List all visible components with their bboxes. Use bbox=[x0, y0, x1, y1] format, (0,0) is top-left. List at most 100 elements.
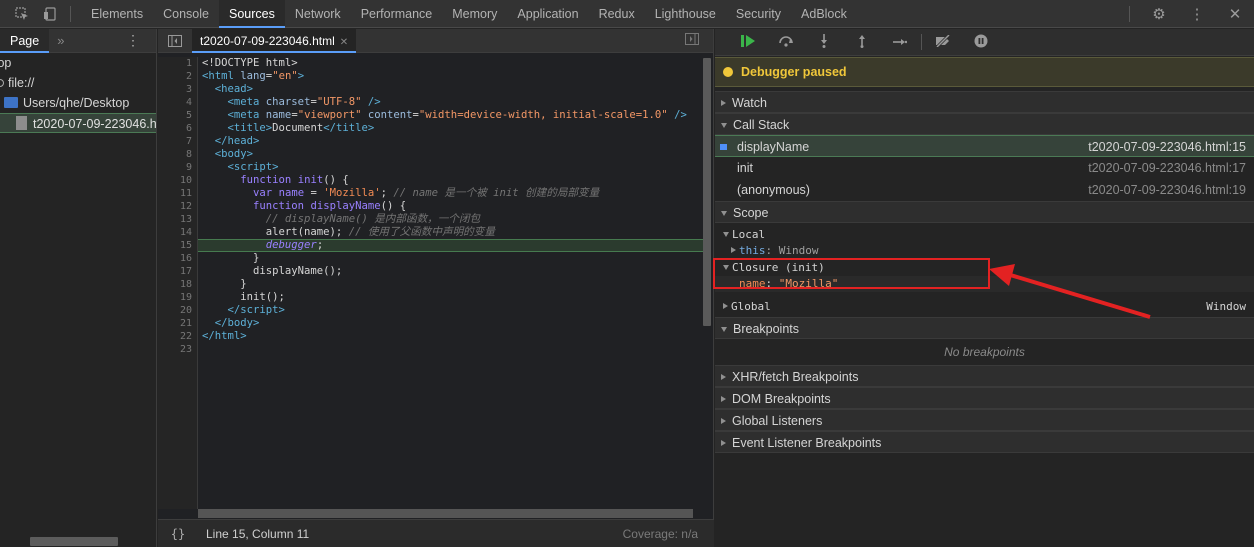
code-line: } bbox=[202, 278, 247, 290]
call-stack-pane-header[interactable]: Call Stack bbox=[715, 113, 1254, 135]
line-number[interactable]: 21 bbox=[158, 317, 197, 330]
step-into-icon[interactable] bbox=[805, 33, 843, 51]
local-label: Local bbox=[732, 228, 766, 241]
code-area[interactable]: 1 2 3 4 5 6 7 8 9 10 11 12 13 14 15 16 17 18 19 20 21 22 23 <!… bbox=[158, 57, 703, 509]
annotation-arrow-icon bbox=[989, 264, 1151, 319]
frame-location[interactable]: t2020-07-09-223046.html:15 bbox=[1088, 136, 1246, 156]
tab-lighthouse[interactable]: Lighthouse bbox=[645, 0, 726, 28]
tab-performance[interactable]: Performance bbox=[351, 0, 443, 28]
expanded-triangle-icon bbox=[723, 232, 729, 237]
tab-network[interactable]: Network bbox=[285, 0, 351, 28]
tree-item-folder[interactable]: Users/qhe/Desktop bbox=[0, 93, 156, 113]
toggle-debugger-icon[interactable] bbox=[685, 33, 699, 48]
more-options-icon[interactable]: ⋮ bbox=[1178, 0, 1216, 28]
folder-label: Users/qhe/Desktop bbox=[23, 96, 130, 110]
annotation-highlight-box bbox=[713, 258, 990, 289]
line-number[interactable]: 7 bbox=[158, 135, 197, 148]
line-number[interactable]: 6 bbox=[158, 122, 197, 135]
step-over-icon[interactable] bbox=[767, 35, 805, 50]
vertical-scrollbar[interactable] bbox=[703, 58, 711, 326]
navigator-menu-icon[interactable]: ⋮ bbox=[126, 32, 140, 49]
dom-breakpoints-pane-header[interactable]: DOM Breakpoints bbox=[715, 387, 1254, 409]
tab-application[interactable]: Application bbox=[507, 0, 588, 28]
watch-label: Watch bbox=[732, 96, 767, 110]
pretty-print-button[interactable]: {} bbox=[158, 527, 198, 541]
navigator-header: Page » ⋮ bbox=[0, 28, 156, 53]
deactivate-breakpoints-icon[interactable] bbox=[924, 33, 962, 50]
device-toolbar-icon[interactable] bbox=[40, 4, 60, 24]
inspect-element-icon[interactable] bbox=[12, 4, 32, 24]
frame-location[interactable]: t2020-07-09-223046.html:19 bbox=[1088, 179, 1246, 201]
xhr-breakpoints-pane-header[interactable]: XHR/fetch Breakpoints bbox=[715, 365, 1254, 387]
line-number[interactable]: 9 bbox=[158, 161, 197, 174]
pause-on-exceptions-icon[interactable] bbox=[962, 34, 1000, 51]
step-icon[interactable] bbox=[881, 35, 919, 50]
line-number[interactable]: 22 bbox=[158, 330, 197, 343]
code-line: init(); bbox=[202, 291, 285, 303]
frame-location[interactable]: t2020-07-09-223046.html:17 bbox=[1088, 157, 1246, 179]
more-tabs-icon[interactable]: » bbox=[57, 33, 64, 48]
tab-elements[interactable]: Elements bbox=[81, 0, 153, 28]
scope-local[interactable]: Local bbox=[715, 227, 1254, 243]
tab-sources[interactable]: Sources bbox=[218, 0, 285, 28]
tree-item-top[interactable]: top bbox=[0, 53, 156, 73]
tab-adblock[interactable]: AdBlock bbox=[791, 0, 857, 28]
tree-item-origin[interactable]: file:// bbox=[0, 73, 156, 93]
line-number[interactable]: 8 bbox=[158, 148, 197, 161]
toggle-navigator-icon[interactable] bbox=[158, 34, 192, 47]
line-number[interactable]: 2 bbox=[158, 70, 197, 83]
line-number[interactable]: 10 bbox=[158, 174, 197, 187]
resume-icon[interactable] bbox=[729, 34, 767, 50]
tab-security[interactable]: Security bbox=[726, 0, 791, 28]
tab-console[interactable]: Console bbox=[153, 0, 219, 28]
collapsed-triangle-icon bbox=[721, 440, 726, 446]
cursor-position: Line 15, Column 11 bbox=[206, 526, 310, 541]
call-frame[interactable]: init t2020-07-09-223046.html:17 bbox=[715, 157, 1254, 179]
line-number[interactable]: 12 bbox=[158, 200, 197, 213]
panel-tabs: Elements Console Sources Network Perform… bbox=[81, 0, 857, 28]
watch-pane-header[interactable]: Watch bbox=[715, 91, 1254, 113]
expanded-triangle-icon bbox=[721, 327, 727, 332]
horizontal-scrollbar[interactable] bbox=[30, 537, 118, 546]
line-number[interactable]: 19 bbox=[158, 291, 197, 304]
editor-tab-bar: t2020-07-09-223046.html ✕ bbox=[158, 28, 713, 53]
tab-page[interactable]: Page bbox=[0, 28, 50, 53]
code-line: var name = 'Mozilla'; // name 是一个被 init … bbox=[253, 187, 600, 199]
editor-file-tab[interactable]: t2020-07-09-223046.html ✕ bbox=[192, 28, 357, 53]
event-listener-breakpoints-pane-header[interactable]: Event Listener Breakpoints bbox=[715, 431, 1254, 453]
line-number[interactable]: 18 bbox=[158, 278, 197, 291]
step-out-icon[interactable] bbox=[843, 34, 881, 51]
line-number[interactable]: 11 bbox=[158, 187, 197, 200]
scope-pane-header[interactable]: Scope bbox=[715, 201, 1254, 223]
line-number[interactable]: 23 bbox=[158, 343, 197, 356]
line-number[interactable]: 15 bbox=[158, 239, 197, 252]
line-number[interactable]: 3 bbox=[158, 83, 197, 96]
call-frame[interactable]: displayName t2020-07-09-223046.html:15 bbox=[715, 135, 1254, 157]
settings-gear-icon[interactable]: ⚙ bbox=[1140, 0, 1178, 28]
scope-this-row[interactable]: this: Window bbox=[715, 243, 1254, 259]
line-number[interactable]: 4 bbox=[158, 96, 197, 109]
line-number[interactable]: 5 bbox=[158, 109, 197, 122]
line-number[interactable]: 16 bbox=[158, 252, 197, 265]
tab-memory[interactable]: Memory bbox=[442, 0, 507, 28]
line-number[interactable]: 20 bbox=[158, 304, 197, 317]
close-icon[interactable]: ✕ bbox=[1216, 0, 1254, 28]
line-number[interactable]: 17 bbox=[158, 265, 197, 278]
devtools-tab-bar: Elements Console Sources Network Perform… bbox=[0, 0, 1254, 28]
line-number-gutter[interactable]: 1 2 3 4 5 6 7 8 9 10 11 12 13 14 15 16 17 18 19 20 21 22 23 bbox=[158, 57, 198, 509]
collapsed-triangle-icon bbox=[721, 396, 726, 402]
tab-redux[interactable]: Redux bbox=[589, 0, 645, 28]
tree-item-file[interactable]: t2020-07-09-223046.html bbox=[0, 113, 156, 133]
line-number[interactable]: 14 bbox=[158, 226, 197, 239]
close-tab-icon[interactable]: ✕ bbox=[340, 37, 348, 48]
paused-label: Debugger paused bbox=[741, 65, 847, 79]
global-listeners-pane-header[interactable]: Global Listeners bbox=[715, 409, 1254, 431]
code-line: <html lang="en"> bbox=[202, 70, 305, 82]
line-number[interactable]: 13 bbox=[158, 213, 197, 226]
line-number[interactable]: 1 bbox=[158, 57, 197, 70]
call-frame[interactable]: (anonymous) t2020-07-09-223046.html:19 bbox=[715, 179, 1254, 201]
global-listeners-label: Global Listeners bbox=[732, 414, 823, 428]
call-stack-label: Call Stack bbox=[733, 118, 790, 132]
horizontal-scrollbar[interactable] bbox=[198, 509, 693, 518]
